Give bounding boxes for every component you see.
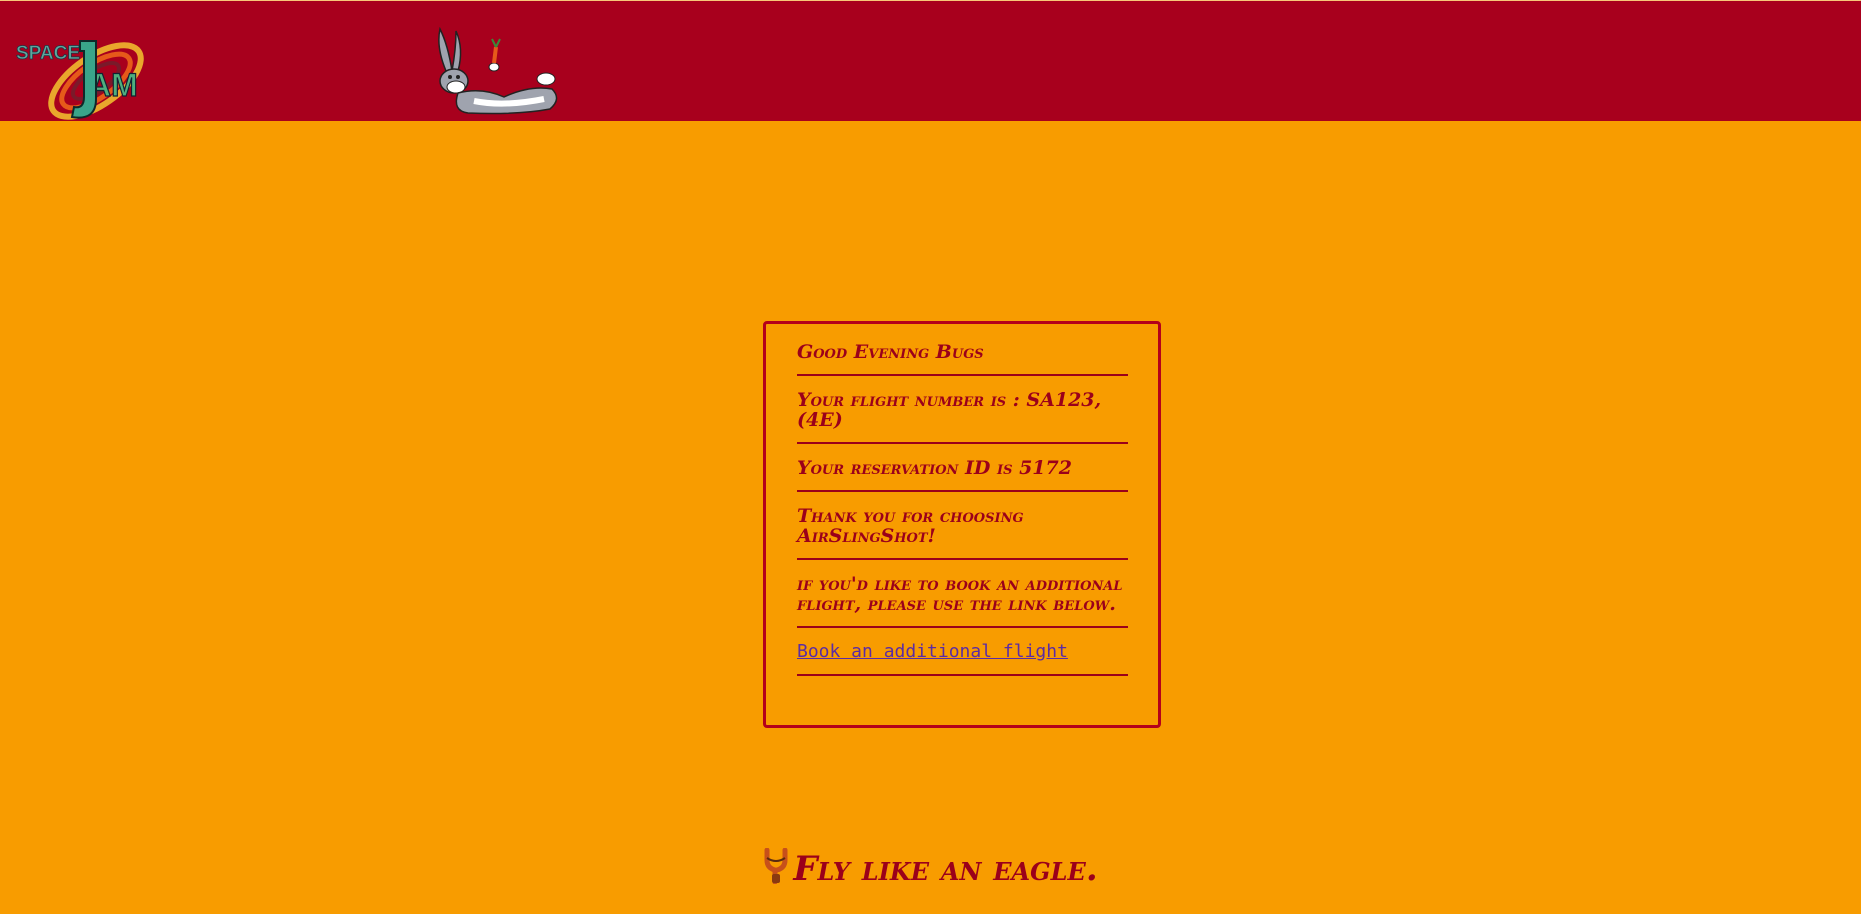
book-again-link-row: Book an additional flight: [797, 642, 1128, 676]
confirmation-card: Good Evening Bugs Your flight number is …: [763, 321, 1161, 728]
svg-text:SPACE: SPACE: [16, 43, 80, 64]
slogan-text: Fly like an eagle.: [793, 848, 1098, 889]
reservation-row: Your reservation ID is 5172: [797, 458, 1128, 492]
book-again-hint-text: if you'd like to book an additional flig…: [797, 573, 1123, 615]
greeting-row: Good Evening Bugs: [797, 342, 1128, 376]
site-header: SPACE AM: [0, 1, 1861, 121]
flight-number-text: Your flight number is : SA123, (4E): [797, 389, 1102, 431]
slingshot-icon: [763, 847, 789, 889]
thank-you-text: Thank you for choosing AirSlingShot!: [797, 505, 1024, 547]
footer-slogan: Fly like an eagle.: [763, 847, 1098, 889]
greeting-text: Good Evening Bugs: [797, 341, 984, 363]
footer: Fly like an eagle.: [0, 847, 1861, 892]
thanks-row: Thank you for choosing AirSlingShot!: [797, 506, 1128, 560]
flight-number-row: Your flight number is : SA123, (4E): [797, 390, 1128, 444]
book-again-hint-row: if you'd like to book an additional flig…: [797, 574, 1128, 628]
reservation-id-text: Your reservation ID is 5172: [797, 457, 1072, 479]
space-jam-logo-icon[interactable]: SPACE AM: [14, 23, 174, 129]
book-additional-flight-link[interactable]: Book an additional flight: [797, 641, 1068, 662]
bugs-bunny-illustration-icon: [434, 27, 564, 119]
